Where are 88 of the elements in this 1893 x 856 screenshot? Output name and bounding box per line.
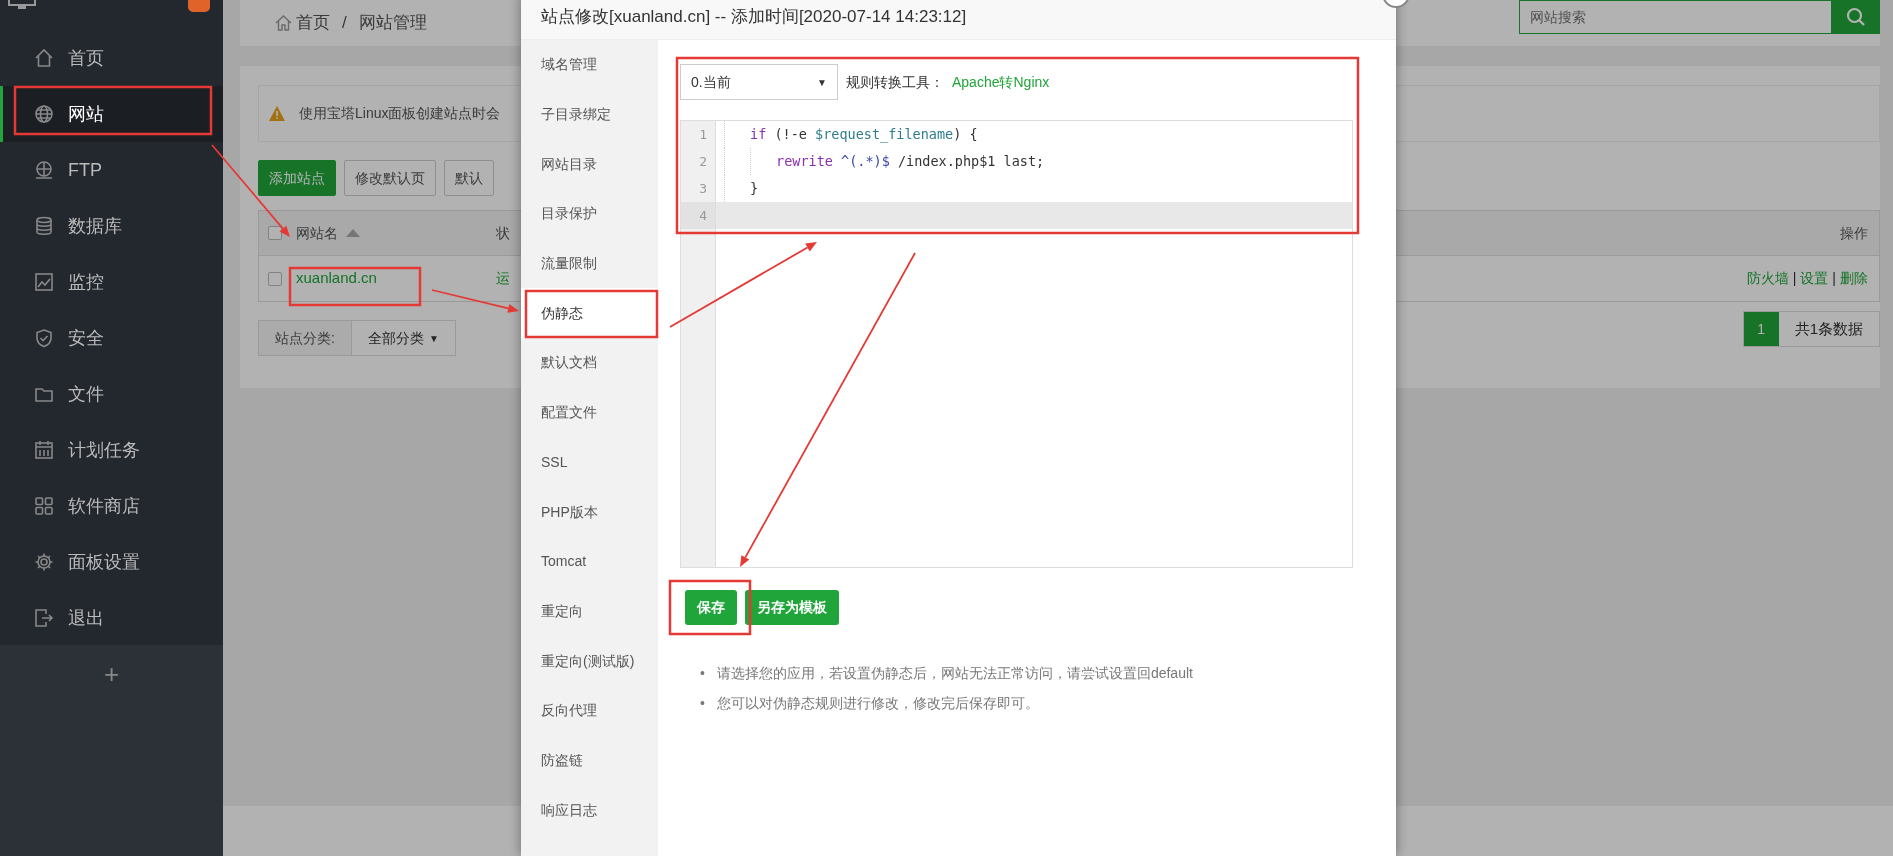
- menu-label: 软件商店: [68, 494, 140, 518]
- notice-text: 使用宝塔Linux面板创建站点时会: [299, 104, 501, 123]
- settings-tab[interactable]: 伪静态: [521, 288, 658, 339]
- caret-icon: ▼: [817, 74, 827, 90]
- logout-icon: [34, 608, 54, 628]
- menu-label: 首页: [68, 46, 104, 70]
- sidebar-item[interactable]: 计划任务: [0, 422, 223, 478]
- separator: |: [1792, 269, 1797, 288]
- sidebar-item[interactable]: 首页: [0, 30, 223, 86]
- settings-tab[interactable]: 目录保护: [521, 189, 658, 239]
- code-line: rewrite ^(.*)$ /index.php$1 last;: [716, 148, 1352, 175]
- sidebar-item[interactable]: 软件商店: [0, 478, 223, 534]
- settings-tab[interactable]: 配置文件: [521, 387, 658, 438]
- checkbox[interactable]: [268, 271, 282, 286]
- settings-tab[interactable]: 网站目录: [521, 139, 658, 190]
- separator: |: [1832, 269, 1836, 288]
- sidebar-item[interactable]: 文件: [0, 366, 223, 422]
- menu-label: 退出: [68, 606, 104, 630]
- shield-icon: [34, 328, 54, 348]
- rewrite-select[interactable]: 0.当前 ▼: [680, 64, 838, 100]
- globe-icon: [34, 104, 54, 124]
- warning-icon: [269, 106, 285, 121]
- sidebar-item[interactable]: 安全: [0, 310, 223, 366]
- settings-icon: [34, 552, 54, 572]
- menu-label: FTP: [68, 158, 102, 182]
- settings-tab[interactable]: 子目录绑定: [521, 89, 658, 140]
- sidebar-item[interactable]: 监控: [0, 254, 223, 310]
- menu-label: 计划任务: [68, 438, 140, 462]
- bullet: •: [700, 694, 705, 713]
- menu-label: 安全: [68, 326, 104, 350]
- menu-label: 面板设置: [68, 550, 140, 574]
- column-header: 网站名: [296, 223, 338, 243]
- category-label: 站点分类:: [259, 321, 352, 355]
- tip-text: 请选择您的应用，若设置伪静态后，网站无法正常访问，请尝试设置回default: [716, 664, 1193, 683]
- settings-tab[interactable]: 防盗链: [521, 735, 658, 786]
- toolbar-button[interactable]: 修改默认页: [344, 160, 436, 196]
- home-icon: [34, 48, 54, 68]
- settings-tab[interactable]: 默认文档: [521, 338, 658, 388]
- line-number: 3: [698, 180, 708, 198]
- settings-tab[interactable]: 重定向(测试版): [521, 636, 658, 686]
- sidebar-item[interactable]: 数据库: [0, 198, 223, 254]
- menu-label: 数据库: [68, 214, 122, 238]
- sidebar-item[interactable]: 退出: [0, 590, 223, 646]
- sort-icon[interactable]: [346, 229, 360, 237]
- settings-tab[interactable]: 流量限制: [521, 238, 658, 289]
- status-text: 运: [496, 269, 511, 288]
- settings-tab[interactable]: SSL: [521, 437, 658, 488]
- sidebar-item[interactable]: 面板设置: [0, 534, 223, 590]
- record-count: 共1条数据: [1793, 318, 1864, 339]
- settings-tab[interactable]: 反向代理: [521, 685, 658, 736]
- sidebar-item[interactable]: 网站: [0, 86, 223, 142]
- add-menu-button[interactable]: +: [103, 661, 120, 687]
- caret-icon: ▼: [429, 330, 439, 346]
- tip-text: 您可以对伪静态规则进行修改，修改完后保存即可。: [716, 694, 1039, 713]
- line-number: 1: [698, 126, 708, 144]
- breadcrumb-separator: /: [342, 12, 347, 35]
- column-header: 状: [496, 223, 511, 243]
- menu-label: 文件: [68, 382, 104, 406]
- calendar-icon: [34, 440, 54, 460]
- toolbar-button[interactable]: 默认: [444, 160, 494, 196]
- search-icon: [1845, 7, 1866, 27]
- menu-label: 网站: [68, 102, 104, 126]
- checkbox[interactable]: [268, 226, 282, 240]
- search-field[interactable]: 网站搜索: [1519, 0, 1831, 34]
- settings-tab[interactable]: Tomcat: [521, 536, 658, 587]
- category-select[interactable]: 全部分类 ▼: [351, 321, 455, 355]
- settings-tab[interactable]: 重定向: [521, 586, 658, 637]
- bullet: •: [700, 664, 705, 683]
- column-header: 操作: [1840, 223, 1868, 243]
- breadcrumb-link[interactable]: 首页: [296, 10, 330, 36]
- chart-icon: [34, 272, 54, 292]
- globe-icon: [34, 160, 54, 180]
- database-icon: [34, 216, 54, 236]
- dialog-title: 站点修改[xuanland.cn] -- 添加时间[2020-07-14 14:23:12]: [521, 0, 1396, 40]
- settings-tab[interactable]: 响应日志: [521, 785, 658, 835]
- breadcrumb-current: 网站管理: [358, 12, 427, 35]
- line-number: 2: [698, 153, 708, 171]
- home-icon: [275, 15, 292, 31]
- line-number: 4: [681, 202, 715, 229]
- search-button[interactable]: [1831, 0, 1880, 34]
- code-editor[interactable]: 1 2 3 4 if (!-e $request_filename) { rewrite ^(.*)$ /index.php$1 last; }: [680, 120, 1353, 568]
- settings-tab[interactable]: 域名管理: [521, 40, 658, 90]
- grid-icon: [34, 496, 54, 516]
- menu-label: 监控: [68, 270, 104, 294]
- converter-label: 规则转换工具：: [846, 72, 944, 92]
- settings-tab[interactable]: PHP版本: [521, 487, 658, 537]
- sidebar-item[interactable]: FTP: [0, 142, 223, 198]
- code-line: if (!-e $request_filename) {: [716, 121, 1352, 148]
